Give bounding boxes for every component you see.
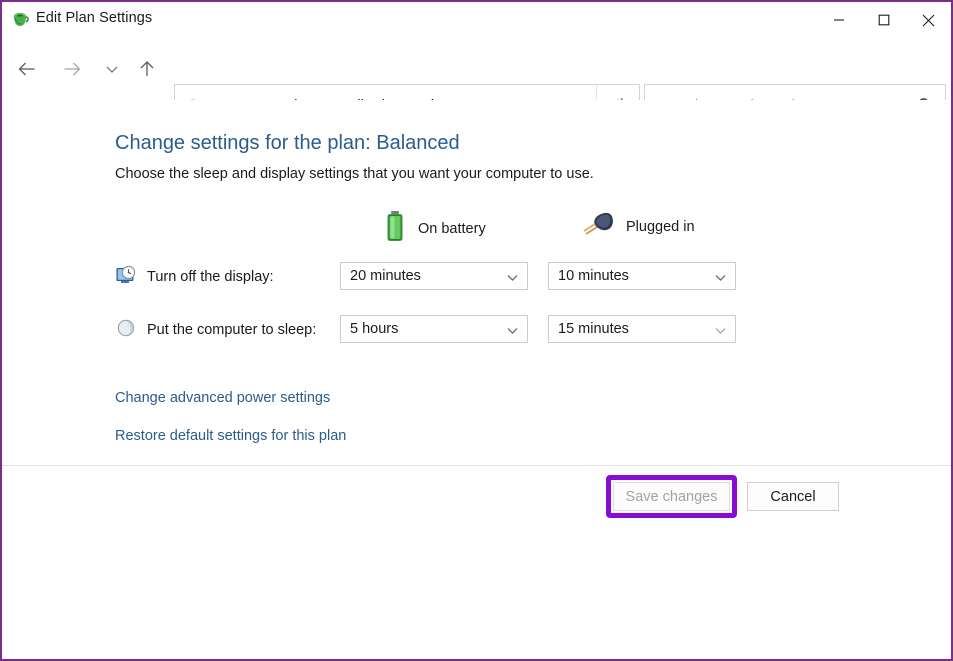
- minimize-button[interactable]: [816, 2, 861, 38]
- combo-display-on-battery[interactable]: 20 minutes: [340, 262, 528, 290]
- column-header-plugged-in: Plugged in: [580, 210, 695, 244]
- setting-label-turn-off-display: Turn off the display:: [147, 269, 274, 285]
- combo-value-display-plugged-in: 10 minutes: [558, 268, 629, 284]
- window-title: Edit Plan Settings: [36, 10, 152, 26]
- back-button[interactable]: [10, 52, 44, 86]
- window-controls: [816, 2, 951, 38]
- chevron-down-icon[interactable]: [506, 271, 519, 288]
- edit-plan-settings-window: Edit Plan Settings: [2, 2, 951, 659]
- combo-sleep-on-battery[interactable]: 5 hours: [340, 315, 528, 343]
- combo-sleep-plugged-in[interactable]: 15 minutes: [548, 315, 736, 343]
- combo-value-display-on-battery: 20 minutes: [350, 268, 421, 284]
- save-changes-button[interactable]: Save changes: [613, 482, 730, 511]
- combo-value-sleep-plugged-in: 15 minutes: [558, 321, 629, 337]
- link-restore-default-settings[interactable]: Restore default settings for this plan: [115, 428, 346, 444]
- chevron-down-icon[interactable]: [714, 271, 727, 288]
- sleep-moon-icon: [115, 317, 137, 344]
- chevron-down-icon[interactable]: [714, 324, 727, 341]
- recent-locations-button[interactable]: [95, 52, 129, 86]
- setting-label-put-computer-to-sleep: Put the computer to sleep:: [147, 322, 316, 338]
- arrow-right-icon: [61, 58, 83, 80]
- link-change-advanced-power-settings[interactable]: Change advanced power settings: [115, 390, 330, 406]
- screen: Edit Plan Settings: [0, 0, 953, 661]
- setting-row-turn-off-display: Turn off the display:: [115, 262, 274, 292]
- setting-row-put-computer-to-sleep: Put the computer to sleep:: [115, 315, 316, 345]
- up-button[interactable]: [130, 52, 164, 86]
- column-label-on-battery: On battery: [418, 221, 486, 237]
- battery-icon: [382, 210, 408, 248]
- column-header-on-battery: On battery: [382, 210, 486, 248]
- navigation-bar: « Power Options › Edit Plan Settings: [2, 38, 951, 100]
- power-plan-icon: [10, 10, 30, 30]
- forward-button[interactable]: [55, 52, 89, 86]
- content-area: Change settings for the plan: Balanced C…: [2, 100, 951, 465]
- display-clock-icon: [115, 264, 137, 291]
- title-bar: Edit Plan Settings: [2, 2, 951, 38]
- cancel-button[interactable]: Cancel: [747, 482, 839, 511]
- chevron-down-icon[interactable]: [506, 324, 519, 341]
- combo-display-plugged-in[interactable]: 10 minutes: [548, 262, 736, 290]
- power-plug-icon: [580, 210, 616, 244]
- close-button[interactable]: [906, 2, 951, 38]
- footer-bar: Save changes Cancel: [2, 466, 951, 659]
- combo-value-sleep-on-battery: 5 hours: [350, 321, 398, 337]
- arrow-up-icon: [136, 58, 158, 80]
- page-title: Change settings for the plan: Balanced: [115, 132, 460, 155]
- column-label-plugged-in: Plugged in: [626, 219, 695, 235]
- page-subtitle: Choose the sleep and display settings th…: [115, 166, 594, 182]
- chevron-down-icon: [105, 62, 119, 76]
- arrow-left-icon: [16, 58, 38, 80]
- maximize-button[interactable]: [861, 2, 906, 38]
